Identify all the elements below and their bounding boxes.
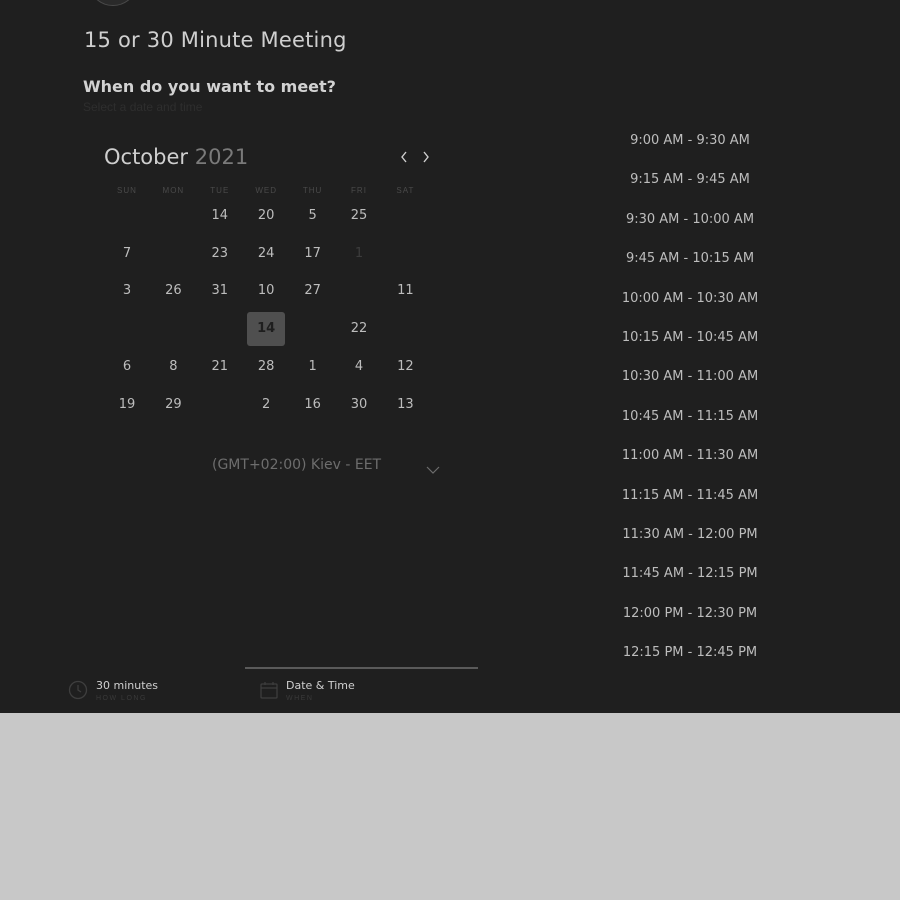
- time-slot[interactable]: 11:45 AM - 12:15 PM: [600, 554, 780, 593]
- active-step-indicator: [245, 667, 478, 669]
- calendar-day[interactable]: 23: [201, 237, 239, 271]
- time-slot[interactable]: 12:15 PM - 12:45 PM: [600, 633, 780, 672]
- time-slot[interactable]: 9:30 AM - 10:00 AM: [600, 200, 780, 239]
- calendar-grid: 14 20 5 25 7 23 24 17 1 3 26 31 10 27 11 14 22 6 8 21 28 1 4 12…: [104, 199, 428, 427]
- timezone-select[interactable]: (GMT+02:00) Kiev - EET: [212, 457, 444, 477]
- calendar-day[interactable]: 20: [247, 199, 285, 233]
- calendar-icon: [259, 680, 279, 705]
- calendar-day[interactable]: 14: [201, 199, 239, 233]
- next-month-button[interactable]: [419, 148, 433, 168]
- calendar-month-label: October 2021: [104, 145, 248, 169]
- calendar-day[interactable]: 19: [108, 388, 146, 422]
- scheduler-subtitle: Select a date and time: [83, 100, 203, 114]
- calendar-day[interactable]: 13: [386, 388, 424, 422]
- calendar-day[interactable]: 22: [340, 312, 378, 346]
- calendar-day[interactable]: 11: [386, 274, 424, 308]
- prev-month-button[interactable]: [397, 148, 411, 168]
- scheduler-panel: 15 or 30 Minute Meeting When do you want…: [0, 0, 900, 713]
- chevron-left-icon: [397, 151, 411, 163]
- event-title: 15 or 30 Minute Meeting: [84, 28, 347, 52]
- step-duration-label: 30 minutes: [96, 679, 159, 692]
- time-slot[interactable]: 11:00 AM - 11:30 AM: [600, 436, 780, 475]
- calendar-day[interactable]: 8: [154, 350, 192, 384]
- calendar-month: October: [104, 145, 189, 169]
- weekday-sun: SUN: [117, 186, 137, 195]
- timezone-label: (GMT+02:00) Kiev - EET: [212, 457, 382, 473]
- calendar-day[interactable]: 28: [247, 350, 285, 384]
- calendar-day[interactable]: 1: [340, 237, 378, 271]
- time-slot[interactable]: 10:30 AM - 11:00 AM: [600, 357, 780, 396]
- calendar-year: 2021: [194, 145, 249, 169]
- calendar-day[interactable]: 25: [340, 199, 378, 233]
- calendar-day[interactable]: 16: [294, 388, 332, 422]
- calendar-day[interactable]: 2: [247, 388, 285, 422]
- step-duration[interactable]: 30 minutes HOW LONG: [68, 677, 188, 707]
- chevron-right-icon: [419, 151, 433, 163]
- calendar-day[interactable]: 6: [108, 350, 146, 384]
- weekday-fri: FRI: [351, 186, 367, 195]
- calendar-day[interactable]: 26: [154, 274, 192, 308]
- calendar-day[interactable]: 31: [201, 274, 239, 308]
- avatar: [88, 0, 138, 6]
- calendar-day[interactable]: 27: [294, 274, 332, 308]
- clock-icon: [68, 680, 88, 705]
- calendar-day[interactable]: 12: [386, 350, 424, 384]
- time-slot[interactable]: 10:15 AM - 10:45 AM: [600, 318, 780, 357]
- calendar-day[interactable]: 21: [201, 350, 239, 384]
- time-slot[interactable]: 10:00 AM - 10:30 AM: [600, 279, 780, 318]
- step-duration-sub: HOW LONG: [96, 695, 147, 702]
- time-slot[interactable]: 9:15 AM - 9:45 AM: [600, 160, 780, 199]
- time-slot[interactable]: 9:00 AM - 9:30 AM: [600, 121, 780, 160]
- calendar-day[interactable]: 29: [154, 388, 192, 422]
- weekday-thu: THU: [302, 186, 323, 195]
- time-slot[interactable]: 11:30 AM - 12:00 PM: [600, 515, 780, 554]
- time-slot[interactable]: 11:15 AM - 11:45 AM: [600, 476, 780, 515]
- calendar-day[interactable]: 7: [108, 237, 146, 271]
- step-date-time-sub: WHEN: [286, 695, 314, 702]
- weekday-header: SUN MON TUE WED THU FRI SAT: [104, 186, 428, 198]
- calendar-day[interactable]: 4: [340, 350, 378, 384]
- calendar-day[interactable]: 10: [247, 274, 285, 308]
- chevron-down-icon: [426, 461, 440, 479]
- time-slot[interactable]: 12:00 PM - 12:30 PM: [600, 594, 780, 633]
- calendar-day[interactable]: 30: [340, 388, 378, 422]
- weekday-wed: WED: [255, 186, 278, 195]
- step-date-time-label: Date & Time: [286, 679, 355, 692]
- calendar-day[interactable]: 24: [247, 237, 285, 271]
- weekday-mon: MON: [162, 186, 185, 195]
- scheduler-question: When do you want to meet?: [83, 77, 336, 96]
- weekday-sat: SAT: [396, 186, 415, 195]
- calendar-day[interactable]: 1: [294, 350, 332, 384]
- calendar-day[interactable]: 17: [294, 237, 332, 271]
- step-date-time[interactable]: Date & Time WHEN: [259, 677, 379, 707]
- calendar-day[interactable]: 5: [294, 199, 332, 233]
- calendar-day-selected[interactable]: 14: [247, 312, 286, 347]
- calendar-day[interactable]: 3: [108, 274, 146, 308]
- time-slot[interactable]: 9:45 AM - 10:15 AM: [600, 239, 780, 278]
- weekday-tue: TUE: [210, 186, 230, 195]
- time-slot[interactable]: 10:45 AM - 11:15 AM: [600, 397, 780, 436]
